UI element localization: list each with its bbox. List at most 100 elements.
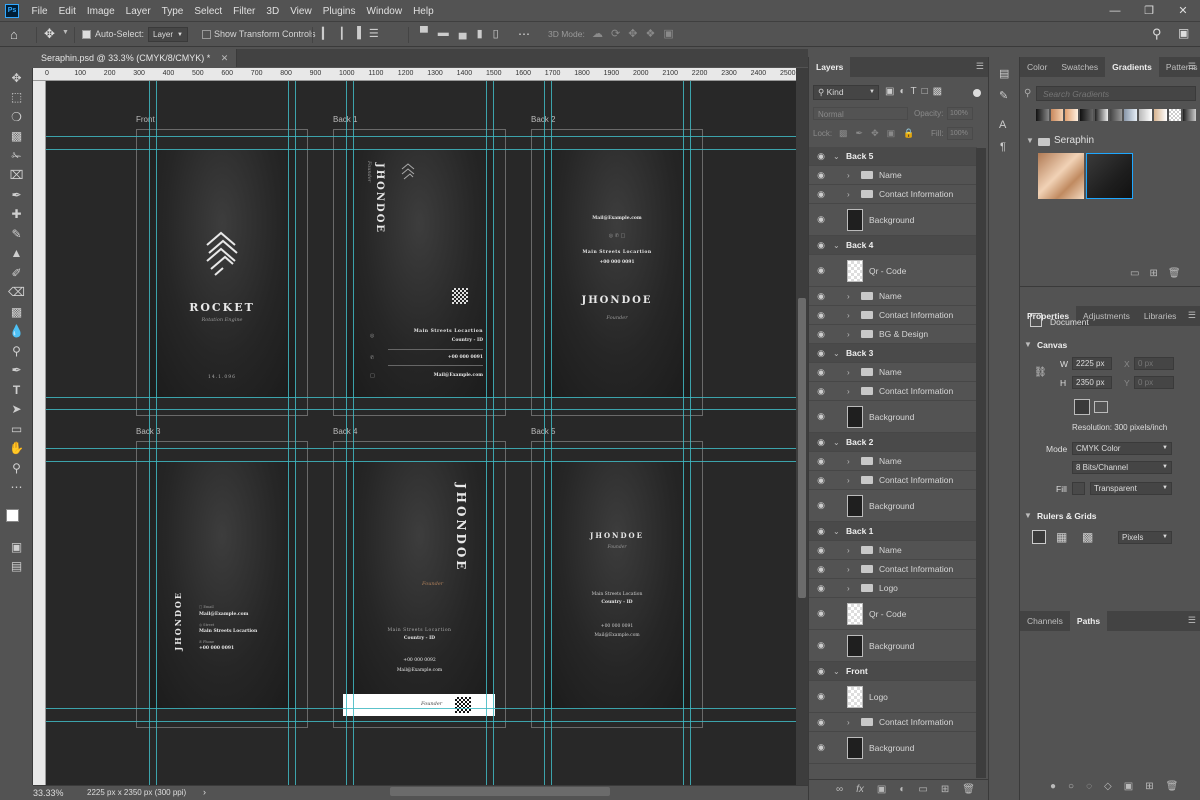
load-selection-icon[interactable]: ◌ (1086, 781, 1092, 792)
align-top-icon[interactable]: ▀ (420, 27, 428, 40)
layer-row[interactable]: ◉ Qr - Code (809, 255, 977, 287)
eraser-tool-icon[interactable]: ⌫ (0, 283, 33, 303)
gradient-swatch[interactable] (1168, 109, 1182, 121)
blend-mode-dropdown[interactable]: Normal (813, 107, 908, 120)
stroke-path-icon[interactable]: ○ (1068, 781, 1074, 792)
link-layers-icon[interactable]: ∞ (836, 784, 843, 795)
portrait-orientation-icon[interactable] (1074, 399, 1090, 415)
layer-row[interactable]: ◉ Background (809, 204, 977, 236)
visibility-eye-icon[interactable]: ◉ (809, 500, 833, 511)
layer-group-row[interactable]: ◉ ⌄ Back 2 (809, 433, 977, 452)
canvas-width-field[interactable]: 2225 px (1072, 357, 1112, 370)
guide-vertical[interactable] (486, 81, 487, 785)
guide-vertical[interactable] (683, 81, 684, 785)
menu-file[interactable]: File (26, 6, 53, 17)
menu-plugins[interactable]: Plugins (317, 6, 361, 17)
show-transform-checkbox[interactable] (202, 30, 211, 39)
guide-horizontal[interactable] (46, 409, 796, 410)
bit-depth-dropdown[interactable]: 8 Bits/Channel ▼ (1072, 461, 1172, 474)
tab-channels[interactable]: Channels (1020, 611, 1070, 631)
chevron-right-icon[interactable]: › (847, 387, 857, 396)
chevron-down-icon[interactable]: ⌄ (833, 438, 843, 447)
foreground-color-swatch[interactable] (6, 509, 19, 522)
history-brush-icon[interactable]: ✐ (0, 263, 33, 283)
visibility-eye-icon[interactable]: ◉ (809, 214, 833, 225)
artboard-back4[interactable]: JHONDOE Founder Main Streets Locartion C… (346, 461, 493, 709)
zoom-tool-icon[interactable]: ⚲ (0, 458, 33, 478)
search-gradients-input[interactable] (1036, 86, 1196, 101)
visibility-eye-icon[interactable]: ◉ (809, 240, 833, 251)
tab-layers[interactable]: Layers (809, 57, 851, 77)
gradient-swatch[interactable] (1036, 109, 1049, 121)
screen-mode-icon[interactable]: ▤ (0, 557, 33, 577)
guide-horizontal[interactable] (46, 461, 796, 462)
chevron-right-icon[interactable]: › (203, 787, 206, 797)
visibility-eye-icon[interactable]: ◉ (809, 545, 833, 556)
menu-layer[interactable]: Layer (120, 6, 156, 17)
chevron-down-icon[interactable]: ⌄ (833, 241, 843, 250)
layer-row[interactable]: ◉ › Contact Information (809, 713, 977, 732)
chevron-down-icon[interactable]: ▼ (1024, 511, 1032, 520)
filter-type-icon[interactable]: T (911, 86, 917, 97)
guide-horizontal[interactable] (46, 136, 796, 137)
chevron-right-icon[interactable]: › (847, 476, 857, 485)
chevron-down-icon[interactable]: ⌄ (833, 667, 843, 676)
quick-mask-icon[interactable]: ▣ (0, 537, 33, 557)
new-path-icon[interactable]: ⊞ (1145, 781, 1153, 792)
workspace-icon[interactable]: ▣ (1178, 26, 1189, 40)
more-tools-icon[interactable]: ⋯ (0, 478, 33, 498)
canvas-height-field[interactable]: 2350 px (1072, 376, 1112, 389)
frame-tool-icon[interactable]: ⌧ (0, 166, 33, 186)
add-mask-icon[interactable]: ▣ (1124, 781, 1133, 792)
character-icon[interactable]: A (999, 119, 1006, 131)
tab-paths[interactable]: Paths (1069, 611, 1108, 631)
visibility-eye-icon[interactable]: ◉ (809, 265, 833, 276)
layer-group-row[interactable]: ◉ ⌄ Back 5 (809, 147, 977, 166)
panel-menu-icon[interactable]: ☰ (1188, 310, 1196, 321)
gradient-folder-name[interactable]: Seraphin (1054, 135, 1094, 146)
fx-icon[interactable]: fx (856, 784, 864, 795)
dodge-tool-icon[interactable]: ⚲ (0, 341, 33, 361)
visibility-eye-icon[interactable]: ◉ (809, 348, 833, 359)
panel-menu-icon[interactable]: ☰ (976, 61, 984, 72)
chevron-down-icon[interactable]: ⌄ (833, 152, 843, 161)
filter-shape-icon[interactable]: □ (922, 86, 928, 97)
guide-vertical[interactable] (346, 81, 347, 785)
filter-smart-object-icon[interactable]: ▩ (933, 86, 942, 97)
menu-edit[interactable]: Edit (53, 6, 81, 17)
align-bottom-icon[interactable]: ▄ (459, 27, 467, 40)
guide-vertical[interactable] (156, 81, 157, 785)
visibility-eye-icon[interactable]: ◉ (809, 691, 833, 702)
artboard-back2[interactable]: Mail@Example.com ◎ ✆ □ Main Streets Loca… (544, 149, 690, 397)
gradient-preset-copper[interactable] (1038, 153, 1084, 199)
menu-image[interactable]: Image (81, 6, 120, 17)
visibility-eye-icon[interactable]: ◉ (809, 640, 833, 651)
guide-horizontal[interactable] (46, 397, 796, 398)
visibility-eye-icon[interactable]: ◉ (809, 189, 833, 200)
layer-group-row[interactable]: ◉ ⌄ Back 3 (809, 344, 977, 363)
gradient-swatch[interactable] (1050, 109, 1064, 121)
artboard-back3[interactable]: JHONDOE □ Email Mail@Example.com ◎ Stree… (149, 461, 295, 709)
guide-horizontal[interactable] (46, 721, 796, 722)
pen-tool-icon[interactable]: ✒ (0, 361, 33, 381)
new-group-icon[interactable]: ▭ (1130, 268, 1139, 279)
gradient-swatch[interactable] (1153, 109, 1167, 121)
auto-select-dropdown[interactable]: Layer ▼ (148, 27, 188, 42)
document-canvas[interactable]: Front Back 1 Back 2 ROCKET Rotation Engi… (46, 81, 796, 785)
visibility-eye-icon[interactable]: ◉ (809, 437, 833, 448)
chevron-right-icon[interactable]: › (847, 292, 857, 301)
layer-filter-dropdown[interactable]: ⚲ Kind ▼ (813, 85, 879, 100)
distribute-vertical-icon[interactable]: ▯ (493, 27, 499, 40)
gradient-swatch[interactable] (1183, 109, 1197, 121)
history-icon[interactable]: ▤ (999, 67, 1009, 80)
hand-tool-icon[interactable]: ✋ (0, 439, 33, 459)
layer-row[interactable]: ◉ › Name (809, 166, 977, 185)
visibility-eye-icon[interactable]: ◉ (809, 717, 833, 728)
visibility-eye-icon[interactable]: ◉ (809, 526, 833, 537)
layer-group-row[interactable]: ◉ ⌄ Front (809, 662, 977, 681)
layers-scrollbar[interactable] (976, 148, 986, 778)
gradient-preset-dark[interactable] (1086, 153, 1133, 199)
canvas-y-field[interactable]: 0 px (1134, 376, 1174, 389)
auto-select-checkbox[interactable] (82, 30, 91, 39)
visibility-eye-icon[interactable]: ◉ (809, 666, 833, 677)
